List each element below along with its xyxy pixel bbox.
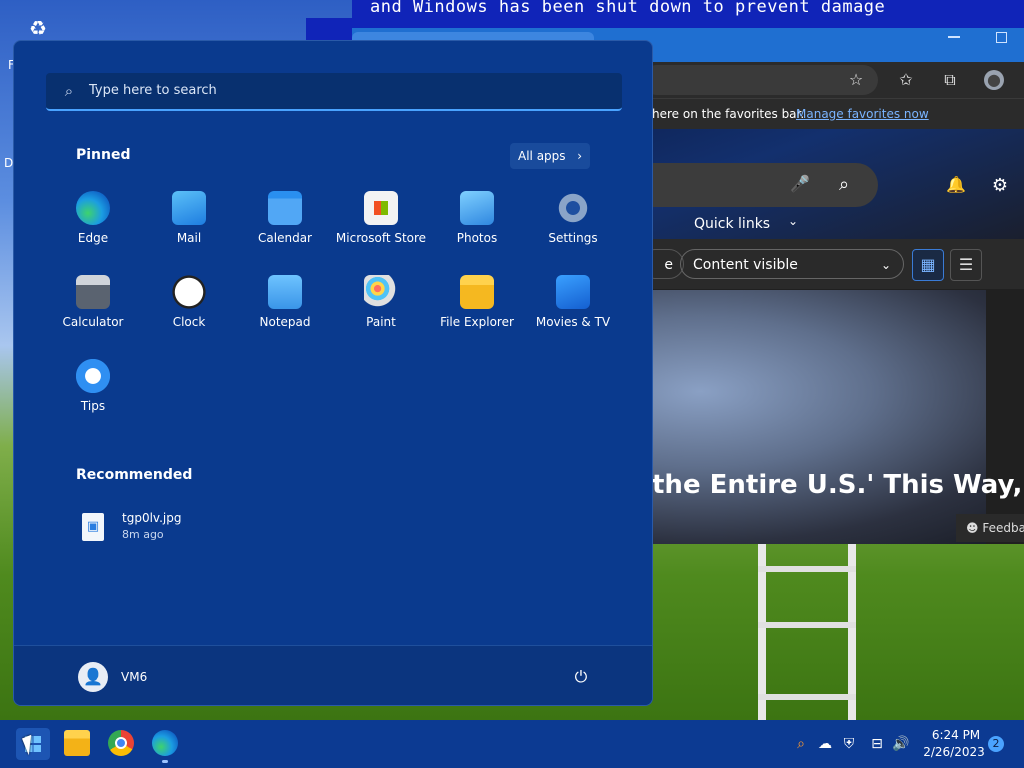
app-label: Clock — [172, 315, 206, 329]
pinned-app-movies-tv[interactable]: Movies & TV — [525, 275, 621, 345]
address-bar[interactable] — [642, 65, 878, 95]
feedback-label: Feedba — [982, 521, 1024, 535]
desktop-label-fragment: D — [4, 156, 14, 170]
app-label: Photos — [456, 231, 498, 245]
app-label: Calculator — [62, 315, 124, 329]
gear-icon[interactable]: ⚙ — [990, 175, 1010, 196]
pinned-app-store[interactable]: Microsoft Store — [333, 191, 429, 261]
quick-links-button[interactable]: Quick links — [694, 216, 770, 232]
photos-icon — [460, 191, 494, 225]
pinned-app-file-explorer[interactable]: File Explorer — [429, 275, 525, 345]
add-favorite-icon[interactable]: ☆ — [846, 70, 866, 90]
app-label: Edge — [77, 231, 109, 245]
app-label: Paint — [366, 315, 396, 329]
search-icon: ⌕ — [64, 82, 74, 100]
favorites-icon[interactable]: ✩ — [896, 70, 916, 90]
grid-view-button[interactable]: ▦ — [912, 249, 944, 281]
volume-icon[interactable]: 🔊 — [892, 735, 910, 753]
all-apps-label: All apps — [518, 149, 566, 163]
network-icon[interactable]: ⊟ — [868, 735, 886, 753]
app-label: Movies & TV — [535, 315, 611, 329]
recommended-item-time: 8m ago — [122, 528, 164, 541]
edge-icon — [76, 191, 110, 225]
pinned-app-edge[interactable]: Edge — [45, 191, 141, 261]
pinned-app-clock[interactable]: Clock — [141, 275, 237, 345]
chevron-right-icon: › — [577, 149, 582, 163]
user-name[interactable]: VM6 — [121, 670, 147, 684]
chevron-down-icon[interactable]: ⌄ — [788, 214, 798, 228]
feedback-icon: ☻ — [966, 521, 983, 535]
clock-icon — [172, 275, 206, 309]
microphone-icon[interactable]: 🎤 — [790, 174, 810, 196]
ladder-rung — [758, 566, 856, 572]
app-label: Mail — [176, 231, 202, 245]
ladder-rung — [758, 622, 856, 628]
recommended-title: Recommended — [76, 467, 193, 483]
ladder-rung — [758, 694, 856, 700]
maximize-icon[interactable] — [996, 32, 1007, 43]
pinned-app-photos[interactable]: Photos — [429, 191, 525, 261]
pinned-app-calculator[interactable]: Calculator — [45, 275, 141, 345]
list-view-button[interactable]: ☰ — [950, 249, 982, 281]
start-menu-footer: 👤 VM6 ⏻ — [14, 645, 652, 705]
calculator-icon — [76, 275, 110, 309]
taskbar-edge-icon[interactable] — [152, 730, 178, 756]
start-menu: ⌕ Type here to search Pinned All apps › … — [13, 40, 653, 706]
user-avatar-icon[interactable]: 👤 — [78, 662, 108, 692]
search-tray-icon[interactable]: ⌕ — [792, 735, 810, 753]
running-indicator — [162, 760, 168, 763]
pinned-app-tips[interactable]: Tips — [45, 359, 141, 429]
folder-icon — [460, 275, 494, 309]
paint-icon — [364, 275, 398, 309]
app-label: Tips — [80, 399, 106, 413]
manage-favorites-link[interactable]: Manage favorites now — [796, 107, 929, 121]
pinned-app-notepad[interactable]: Notepad — [237, 275, 333, 345]
app-label: File Explorer — [440, 315, 514, 329]
taskbar-chrome-icon[interactable] — [108, 730, 134, 756]
tips-icon — [76, 359, 110, 393]
minimize-icon[interactable] — [948, 36, 960, 38]
pinned-app-mail[interactable]: Mail — [141, 191, 237, 261]
app-label: Notepad — [259, 315, 311, 329]
movies-icon — [556, 275, 590, 309]
content-visible-label: Content visible — [693, 257, 798, 273]
pinned-app-paint[interactable]: Paint — [333, 275, 429, 345]
mail-icon — [172, 191, 206, 225]
image-file-icon: ▣ — [82, 513, 104, 541]
bsod-text: and Windows has been shut down to preven… — [352, 0, 1024, 18]
all-apps-button[interactable]: All apps › — [510, 143, 590, 169]
recommended-item[interactable]: ▣ tgp0lv.jpg 8m ago — [82, 511, 302, 547]
recommended-item-name: tgp0lv.jpg — [122, 511, 182, 525]
content-visible-select[interactable]: Content visible ⌄ — [680, 249, 904, 279]
pinned-app-calendar[interactable]: Calendar — [237, 191, 333, 261]
pinned-title: Pinned — [76, 147, 131, 163]
taskbar: ⌕ ☁ ⛨ ⊟ 🔊 6:24 PM 2/26/2023 2 — [0, 720, 1024, 768]
pinned-app-settings[interactable]: Settings — [525, 191, 621, 261]
notepad-icon — [268, 275, 302, 309]
favorites-bar-text: here on the favorites bar. — [652, 107, 805, 121]
search-input[interactable]: ⌕ Type here to search — [46, 73, 622, 111]
app-label: Microsoft Store — [335, 231, 427, 245]
notification-badge[interactable]: 2 — [988, 736, 1004, 752]
wallpaper-ladder — [758, 544, 856, 720]
feedback-button[interactable]: ☻ Feedba — [956, 514, 1024, 542]
taskbar-file-explorer-icon[interactable] — [64, 730, 90, 756]
search-placeholder: Type here to search — [89, 83, 217, 98]
profile-icon[interactable]: ● — [984, 70, 1004, 90]
search-icon[interactable]: ⌕ — [834, 174, 854, 196]
power-icon[interactable]: ⏻ — [570, 666, 592, 688]
calendar-icon — [268, 191, 302, 225]
taskbar-date[interactable]: 2/26/2023 — [922, 745, 986, 759]
app-label: Calendar — [258, 231, 312, 245]
chevron-down-icon: ⌄ — [880, 258, 891, 272]
collections-icon[interactable]: ⧉ — [940, 70, 960, 90]
store-icon — [364, 191, 398, 225]
settings-icon — [556, 191, 590, 225]
article-headline[interactable]: the Entire U.S.' This Way, — [652, 470, 1022, 500]
security-shield-icon[interactable]: ⛨ — [840, 735, 858, 753]
bell-icon[interactable]: 🔔 — [946, 175, 966, 195]
onedrive-icon[interactable]: ☁ — [816, 735, 834, 753]
taskbar-time[interactable]: 6:24 PM — [926, 728, 986, 742]
app-label: Settings — [548, 231, 598, 245]
